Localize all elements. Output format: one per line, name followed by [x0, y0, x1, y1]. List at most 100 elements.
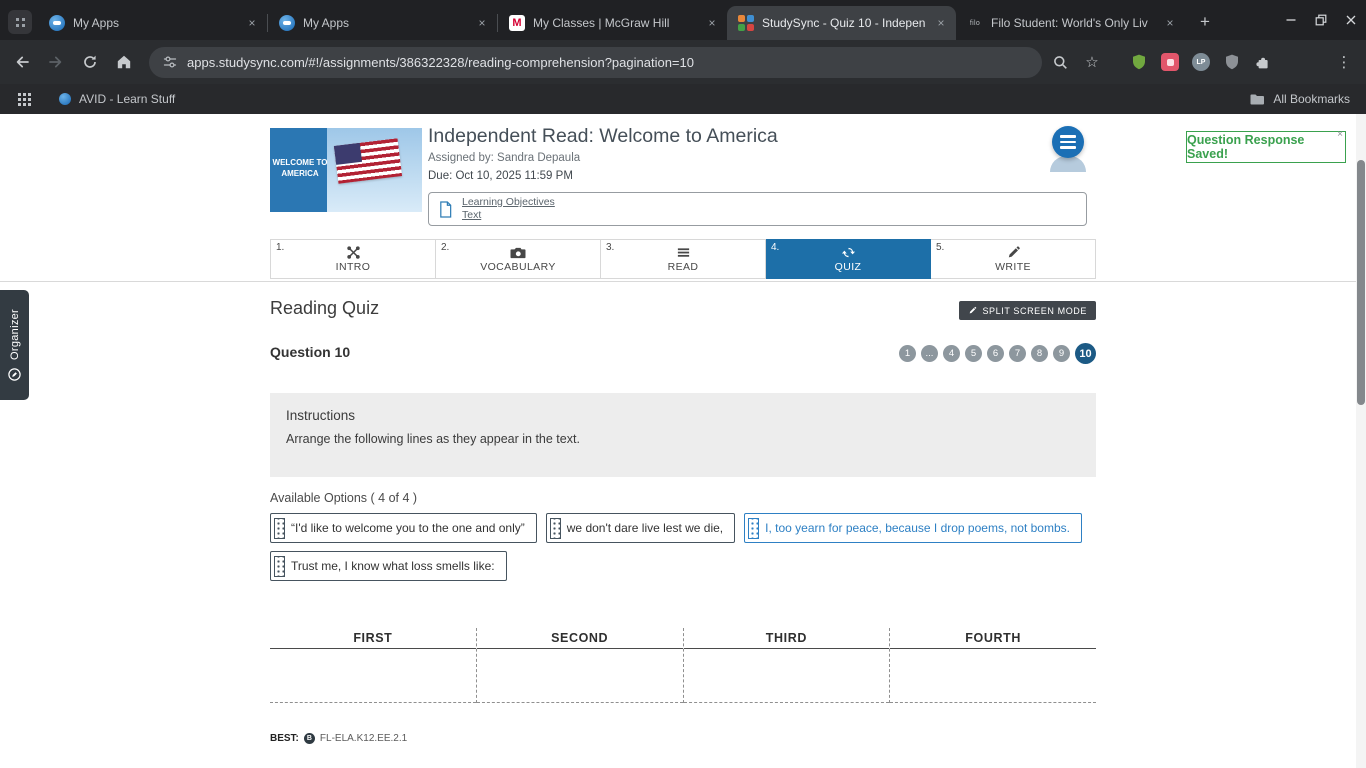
mcgraw-hill-favicon: M [509, 15, 525, 31]
drop-column-third: THIRD [683, 628, 891, 703]
drag-handle-icon[interactable] [274, 555, 285, 577]
tab-close-icon[interactable]: × [704, 15, 720, 31]
option-chip-1[interactable]: “I'd like to welcome you to the one and … [270, 513, 537, 543]
question-pagination: 1 ... 4 5 6 7 8 9 10 [899, 343, 1096, 364]
zoom-icon[interactable] [1046, 48, 1074, 76]
split-screen-mode-button[interactable]: SPLIT SCREEN MODE [959, 301, 1096, 320]
close-button[interactable] [1336, 0, 1366, 40]
page-5-button[interactable]: 5 [965, 345, 982, 362]
tab-read[interactable]: 3. READ [601, 239, 766, 279]
page-scrollbar-track[interactable] [1356, 114, 1366, 768]
window-controls [1276, 0, 1366, 40]
bookmark-favicon [59, 93, 71, 105]
browser-menu-icon[interactable]: ⋮ [1332, 50, 1356, 74]
column-header: SECOND [476, 628, 683, 649]
browser-tab-filo[interactable]: filo Filo Student: World's Only Liv × [956, 6, 1185, 40]
back-button[interactable] [7, 47, 37, 77]
list-icon [677, 248, 689, 257]
lastpass-icon[interactable]: LP [1192, 53, 1210, 71]
browser-tab-my-apps-1[interactable]: My Apps × [38, 6, 267, 40]
tab-title: My Classes | McGraw Hill [533, 16, 670, 30]
text-link[interactable]: Text [462, 209, 555, 222]
drop-zone-fourth[interactable] [890, 649, 1096, 703]
tab-close-icon[interactable]: × [474, 15, 490, 31]
home-button[interactable] [109, 47, 139, 77]
toast-close-icon[interactable]: × [1337, 129, 1343, 140]
reload-button[interactable] [75, 47, 105, 77]
drag-handle-icon[interactable] [748, 517, 760, 539]
browser-tab-studysync-active[interactable]: StudySync - Quiz 10 - Indepen × [727, 6, 956, 40]
tab-intro[interactable]: 1. INTRO [270, 239, 436, 279]
learning-objectives-box: Learning Objectives Text [428, 192, 1087, 226]
apps-grid-icon[interactable] [18, 92, 31, 106]
tab-vocabulary[interactable]: 2. VOCABULARY [436, 239, 601, 279]
tab-title: My Apps [73, 16, 120, 30]
instructions-panel: Instructions Arrange the following lines… [270, 393, 1096, 477]
restore-button[interactable] [1306, 0, 1336, 40]
tab-search-icon[interactable] [8, 10, 32, 34]
adblock-shield-icon[interactable] [1130, 53, 1148, 71]
drop-zone-second[interactable] [476, 649, 683, 703]
organizer-side-tab[interactable]: Organizer [0, 290, 29, 400]
bookmarks-bar: AVID - Learn Stuff All Bookmarks [0, 84, 1366, 114]
bookmark-avid[interactable]: AVID - Learn Stuff [59, 92, 175, 106]
page-1-button[interactable]: 1 [899, 345, 916, 362]
bookmark-star-icon[interactable]: ☆ [1078, 48, 1106, 76]
standards-row: BEST: B FL-ELA.K12.EE.2.1 [270, 733, 407, 744]
document-icon [440, 200, 452, 218]
best-label: BEST: [270, 733, 299, 744]
lesson-step-tabs: 1. INTRO 2. VOCABULARY 3. READ 4. QUIZ 5… [270, 239, 1096, 279]
profile-menu-avatar[interactable] [1049, 126, 1087, 174]
question-number-label: Question 10 [270, 344, 351, 360]
due-date-text: Due: Oct 10, 2025 11:59 PM [428, 170, 573, 182]
page-8-button[interactable]: 8 [1031, 345, 1048, 362]
minimize-button[interactable] [1276, 0, 1306, 40]
shield-gray-icon[interactable] [1223, 53, 1241, 71]
option-chip-2[interactable]: we don't dare live lest we die, [545, 513, 736, 543]
option-chip-3-selected[interactable]: I, too yearn for peace, because I drop p… [744, 513, 1082, 543]
tab-write[interactable]: 5. WRITE [931, 239, 1096, 279]
new-tab-button[interactable]: + [1191, 8, 1219, 36]
ordering-drop-table: FIRST SECOND THIRD FOURTH [270, 628, 1096, 703]
page-7-button[interactable]: 7 [1009, 345, 1026, 362]
quiz-heading: Reading Quiz [270, 298, 380, 318]
page-ellipsis-button[interactable]: ... [921, 345, 938, 362]
learning-objectives-link[interactable]: Learning Objectives [462, 196, 555, 209]
page-4-button[interactable]: 4 [943, 345, 960, 362]
pencil-icon [970, 306, 977, 314]
extensions-puzzle-icon[interactable] [1254, 53, 1272, 71]
drag-handle-icon[interactable] [549, 517, 561, 539]
extension-icons: LP [1130, 53, 1272, 71]
tab-close-icon[interactable]: × [933, 15, 949, 31]
option-chip-4[interactable]: Trust me, I know what loss smells like: [270, 551, 507, 581]
best-standard-icon: B [303, 733, 315, 744]
page-9-button[interactable]: 9 [1053, 345, 1070, 362]
site-settings-icon[interactable] [162, 54, 178, 70]
options-row-1: “I'd like to welcome you to the one and … [270, 513, 1082, 543]
hamburger-menu-icon[interactable] [1052, 126, 1084, 158]
drag-handle-icon[interactable] [274, 517, 285, 539]
us-flag-graphic [333, 138, 403, 184]
forward-button[interactable] [41, 47, 71, 77]
page-10-button-active[interactable]: 10 [1075, 343, 1096, 364]
browser-tab-my-apps-2[interactable]: My Apps × [268, 6, 497, 40]
page-6-button[interactable]: 6 [987, 345, 1004, 362]
classlink-favicon [49, 15, 65, 31]
page-scrollbar-thumb[interactable] [1357, 160, 1365, 405]
drop-column-fourth: FOURTH [890, 628, 1096, 703]
tab-close-icon[interactable]: × [244, 15, 260, 31]
url-text[interactable]: apps.studysync.com/#!/assignments/386322… [187, 55, 694, 70]
extension-icon-pink[interactable] [1161, 53, 1179, 71]
all-bookmarks-button[interactable]: All Bookmarks [1249, 91, 1350, 107]
address-bar[interactable]: apps.studysync.com/#!/assignments/386322… [149, 46, 1042, 78]
pencil-icon [1008, 246, 1020, 258]
browser-tab-mcgraw-hill[interactable]: M My Classes | McGraw Hill × [498, 6, 727, 40]
tab-quiz-active[interactable]: 4. QUIZ [766, 239, 931, 279]
available-options-label: Available Options ( 4 of 4 ) [270, 491, 418, 505]
drop-zone-first[interactable] [270, 649, 476, 703]
tab-close-icon[interactable]: × [1162, 15, 1178, 31]
drop-column-second: SECOND [476, 628, 684, 703]
cover-image-text: WELCOME TO AMERICA [272, 158, 328, 178]
assignment-title: Independent Read: Welcome to America [428, 125, 778, 147]
drop-zone-third[interactable] [683, 649, 890, 703]
